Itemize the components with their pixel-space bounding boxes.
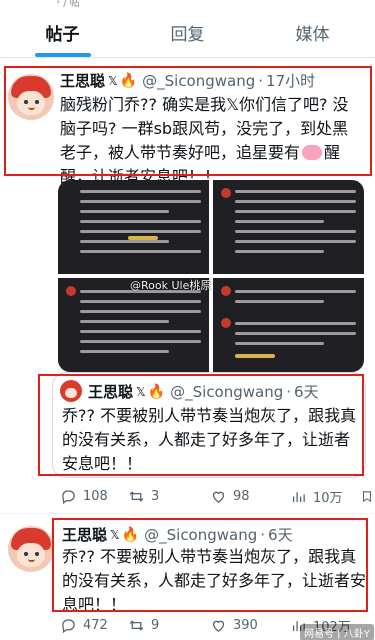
like-count: 390 [233,618,258,633]
post1-actions: 108 3 98 10万 [60,487,375,506]
like-button[interactable]: 98 [210,488,290,505]
post-image-grid [58,180,364,372]
avatar[interactable] [8,526,54,572]
post-image[interactable] [213,278,364,372]
views-count: 10万 [313,491,343,506]
footer-watermark: 网易号 | 八卦Y [300,624,374,640]
post-divider [0,513,375,514]
profile-tabs: 帖子 回复 媒体 [0,8,375,58]
retweet-button[interactable]: 9 [128,617,210,634]
top-strip-text: ¹ / 帖 [56,0,80,8]
image-watermark: @Rook Ule桃原 [130,279,212,292]
like-button[interactable]: 390 [210,617,290,634]
heart-icon [212,620,225,632]
highlight-box-post1 [4,66,372,176]
reply-icon [62,490,75,505]
views-button[interactable]: 10万 [290,487,360,506]
highlight-box-post2 [52,518,368,612]
bookmark-icon [362,491,372,503]
tab-replies[interactable]: 回复 [125,8,250,57]
heart-icon [212,491,225,503]
like-count: 98 [233,489,250,504]
top-strip: ¹ / 帖 [0,0,375,8]
reply-icon [62,619,75,634]
reply-button[interactable]: 472 [60,617,128,634]
highlight-box-quote [38,374,364,476]
reply-count: 108 [83,489,108,504]
tab-media[interactable]: 媒体 [250,8,375,57]
retweet-count: 3 [151,489,160,504]
reply-count: 472 [83,618,108,633]
bookmark-button[interactable] [360,488,375,505]
post-image[interactable] [213,180,364,274]
views-icon [292,492,305,503]
tab-posts[interactable]: 帖子 [0,8,125,57]
retweet-button[interactable]: 3 [128,488,210,505]
retweet-icon [129,491,144,502]
reply-button[interactable]: 108 [60,488,128,505]
retweet-icon [129,620,144,631]
retweet-count: 9 [151,618,160,633]
post-image[interactable] [58,180,209,274]
